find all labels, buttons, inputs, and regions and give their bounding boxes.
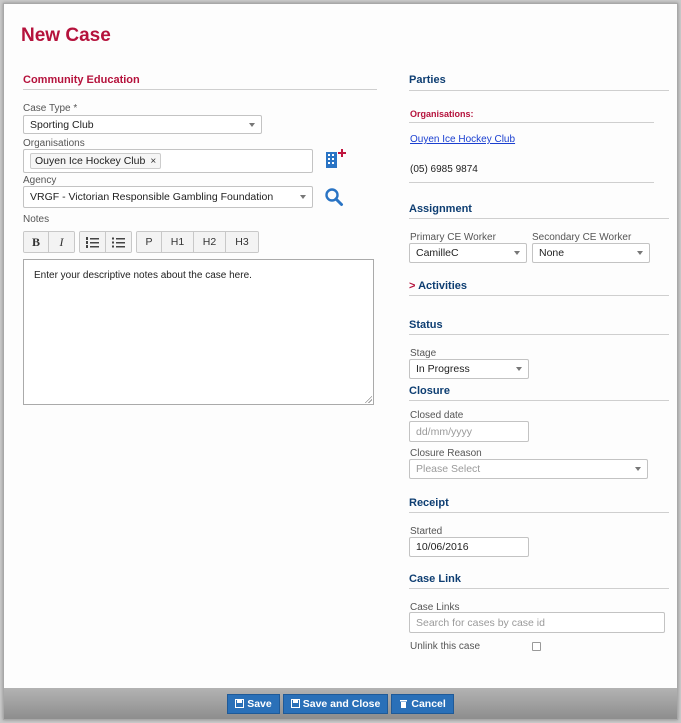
divider <box>409 90 669 91</box>
divider <box>409 400 669 401</box>
cancel-button-label: Cancel <box>411 697 446 710</box>
bold-button[interactable]: B <box>24 232 49 252</box>
bullet-list-button[interactable] <box>106 232 131 252</box>
divider <box>409 182 654 183</box>
building-add-icon[interactable] <box>325 146 349 170</box>
heading-group: P H1 H2 H3 <box>136 231 259 253</box>
closed-date-label: Closed date <box>410 410 464 421</box>
closed-date-input[interactable]: dd/mm/yyyy <box>409 421 529 442</box>
organisation-link[interactable]: Ouyen Ice Hockey Club <box>410 134 515 145</box>
h1-button[interactable]: H1 <box>162 232 194 252</box>
chevron-right-icon: > <box>409 280 416 292</box>
closure-reason-label: Closure Reason <box>410 448 482 459</box>
footer-bar: Save Save and Close Cancel <box>4 688 677 719</box>
paragraph-button[interactable]: P <box>137 232 162 252</box>
agency-select[interactable]: VRGF - Victorian Responsible Gambling Fo… <box>23 186 313 208</box>
save-and-close-button[interactable]: Save and Close <box>282 693 389 714</box>
organisation-tag-label: Ouyen Ice Hockey Club <box>35 155 146 167</box>
floppy-icon <box>235 699 245 708</box>
italic-button[interactable]: I <box>49 232 74 252</box>
remove-tag-icon[interactable]: × <box>150 156 156 167</box>
notes-toolbar: B I P H1 H2 H3 <box>23 231 259 253</box>
stage-label: Stage <box>410 348 437 359</box>
save-button-label: Save <box>247 697 272 710</box>
divider <box>409 512 669 513</box>
parties-heading: Parties <box>409 74 446 86</box>
closed-date-placeholder: dd/mm/yyyy <box>416 425 473 438</box>
community-education-heading: Community Education <box>23 74 140 86</box>
save-button[interactable]: Save <box>227 693 280 714</box>
receipt-heading: Receipt <box>409 497 449 509</box>
organisations-label: Organisations <box>23 138 85 149</box>
notes-label: Notes <box>23 214 50 225</box>
format-group: B I <box>23 231 75 253</box>
ordered-list-button[interactable] <box>80 232 106 252</box>
primary-worker-label: Primary CE Worker <box>410 232 496 243</box>
organisation-tag: Ouyen Ice Hockey Club × <box>30 153 162 169</box>
resize-handle-icon[interactable] <box>364 395 372 403</box>
chevron-down-icon <box>635 467 641 471</box>
h2-button[interactable]: H2 <box>194 232 226 252</box>
chevron-down-icon <box>300 195 306 199</box>
case-type-value: Sporting Club <box>30 118 94 131</box>
divider <box>409 588 669 589</box>
h3-button[interactable]: H3 <box>226 232 258 252</box>
organisations-input[interactable]: Ouyen Ice Hockey Club × <box>23 149 313 173</box>
agency-label: Agency <box>23 175 57 186</box>
page-title: New Case <box>21 25 111 46</box>
trash-icon <box>400 700 408 708</box>
case-link-heading: Case Link <box>409 573 461 585</box>
assignment-heading: Assignment <box>409 203 472 215</box>
unlink-case-label: Unlink this case <box>410 641 481 652</box>
list-group <box>79 231 132 253</box>
divider <box>409 295 669 296</box>
case-type-label: Case Type * <box>23 103 78 114</box>
divider <box>23 89 377 90</box>
case-type-select[interactable]: Sporting Club <box>23 115 262 134</box>
chevron-down-icon <box>249 122 255 127</box>
activities-toggle[interactable]: > Activities <box>409 280 467 292</box>
floppy-icon <box>290 699 300 708</box>
ordered-list-icon <box>86 236 99 248</box>
closure-reason-select[interactable]: Please Select <box>409 459 648 479</box>
bullet-list-icon <box>112 237 125 247</box>
notes-editor[interactable]: Enter your descriptive notes about the c… <box>23 259 374 405</box>
chevron-down-icon <box>516 367 522 371</box>
divider <box>409 218 669 219</box>
agency-value: VRGF - Victorian Responsible Gambling Fo… <box>30 191 274 203</box>
divider <box>409 334 669 335</box>
stage-select[interactable]: In Progress <box>409 359 529 379</box>
notes-placeholder: Enter your descriptive notes about the c… <box>34 270 252 281</box>
closure-reason-placeholder: Please Select <box>416 463 481 475</box>
case-search-input[interactable]: Search for cases by case id <box>409 612 665 633</box>
cancel-button[interactable]: Cancel <box>391 693 454 714</box>
started-label: Started <box>410 526 443 537</box>
started-date-value: 10/06/2016 <box>416 541 469 553</box>
status-heading: Status <box>409 319 443 331</box>
secondary-worker-label: Secondary CE Worker <box>532 232 632 243</box>
secondary-worker-select[interactable]: None <box>532 243 650 263</box>
primary-worker-value: CamilleC <box>416 247 459 259</box>
stage-value: In Progress <box>416 363 470 375</box>
primary-worker-select[interactable]: CamilleC <box>409 243 527 263</box>
activities-heading: Activities <box>418 280 468 292</box>
save-and-close-button-label: Save and Close <box>302 697 381 710</box>
divider <box>409 122 654 123</box>
chevron-down-icon <box>514 251 520 255</box>
case-search-placeholder: Search for cases by case id <box>416 616 545 629</box>
started-date-input[interactable]: 10/06/2016 <box>409 537 529 557</box>
unlink-case-checkbox[interactable] <box>532 642 541 651</box>
secondary-worker-value: None <box>539 247 565 259</box>
new-case-dialog: New Case Community Education Case Type *… <box>3 3 678 720</box>
organisation-phone: (05) 6985 9874 <box>410 164 478 175</box>
parties-organisations-label: Organisations: <box>410 109 474 119</box>
search-icon[interactable] <box>324 187 344 207</box>
chevron-down-icon <box>637 251 643 255</box>
closure-heading: Closure <box>409 385 450 397</box>
